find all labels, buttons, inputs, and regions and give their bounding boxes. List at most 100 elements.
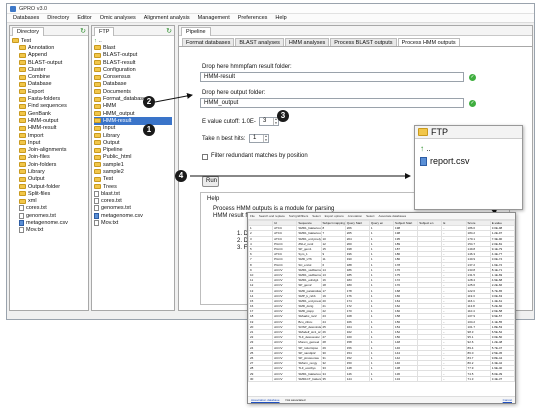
- directory-item[interactable]: Output-folder: [12, 183, 86, 190]
- pipeline-subtab[interactable]: Process BLAST outputs: [330, 38, 397, 46]
- ftp-item[interactable]: Pipeline: [94, 146, 172, 153]
- ftp-popup-up[interactable]: ↑ ..: [420, 144, 431, 153]
- ftp-item[interactable]: Library: [94, 132, 172, 139]
- evalue-spinner[interactable]: 3 ▲ ▼: [259, 117, 279, 126]
- directory-item[interactable]: Library: [12, 168, 86, 175]
- ftp-item[interactable]: Blast: [94, 44, 172, 51]
- directory-item[interactable]: HMM-result: [12, 125, 86, 132]
- directory-item[interactable]: GenBank: [12, 110, 86, 117]
- directory-item[interactable]: Output: [12, 176, 86, 183]
- ftp-item-label: ..: [98, 37, 102, 44]
- output-folder-field[interactable]: HMM_output: [200, 98, 464, 108]
- ftp-item[interactable]: Mov.txt: [94, 219, 172, 227]
- directory-item[interactable]: Find sequences: [12, 103, 86, 110]
- directory-item[interactable]: BLAST-output: [12, 59, 86, 66]
- result-toolbar-menu[interactable]: Select: [364, 214, 376, 218]
- directory-item[interactable]: Join-folders: [12, 161, 86, 168]
- cancel-link[interactable]: Cancel: [503, 398, 512, 402]
- ftp-item[interactable]: ↑..: [94, 37, 172, 44]
- menu-preferences[interactable]: Preferences: [234, 15, 272, 21]
- ftp-item[interactable]: cores.txt: [94, 198, 172, 205]
- directory-item[interactable]: Test: [12, 37, 86, 44]
- ftp-item[interactable]: genomes.txt: [94, 205, 172, 212]
- directory-item[interactable]: Annotation: [12, 44, 86, 51]
- menu-help[interactable]: Help: [271, 15, 290, 21]
- ftp-item[interactable]: Configuration: [94, 66, 172, 73]
- ftp-item[interactable]: sample1: [94, 161, 172, 168]
- ftp-item[interactable]: Consensus: [94, 73, 172, 80]
- ftp-item[interactable]: metagenome.csv: [94, 212, 172, 219]
- directory-item[interactable]: metagenome.csv: [12, 219, 86, 227]
- column-header[interactable]: Subject mapping: [320, 219, 346, 227]
- ftp-item-label: HMM_output: [103, 110, 135, 117]
- pipeline-subtab[interactable]: HMM analyses: [284, 38, 330, 46]
- file-icon: [94, 220, 99, 227]
- ftp-item[interactable]: HMM: [94, 103, 172, 110]
- ftp-item[interactable]: sample2: [94, 168, 172, 175]
- ftp-item[interactable]: BLAST-result: [94, 59, 172, 66]
- association-database-link[interactable]: Association database: [251, 398, 280, 402]
- directory-item[interactable]: Fasta-folders: [12, 95, 86, 102]
- result-toolbar-menu[interactable]: Associate databases: [376, 214, 408, 218]
- directory-item[interactable]: Input: [12, 139, 86, 146]
- directory-item[interactable]: Export: [12, 88, 86, 95]
- tab-pipeline[interactable]: Pipeline: [181, 26, 211, 36]
- menu-omic-analyses[interactable]: Omic analyses: [96, 15, 140, 21]
- result-toolbar-menu[interactable]: File: [248, 214, 257, 218]
- ftp-item[interactable]: Format_database: [94, 95, 172, 102]
- ftp-popup-tab[interactable]: FTP: [431, 127, 448, 137]
- ftp-item[interactable]: Trees: [94, 183, 172, 190]
- table-row[interactable]: 30ACCVSMD1CT_batteriosa351441134 -71.33.4…: [248, 375, 515, 382]
- directory-item[interactable]: Join-alignments: [12, 146, 86, 153]
- directory-item[interactable]: cores.txt: [12, 205, 86, 212]
- tab-directory[interactable]: Directory: [12, 26, 45, 36]
- menu-management[interactable]: Management: [194, 15, 234, 21]
- result-toolbar-menu[interactable]: Sort/grid/filters: [287, 214, 310, 218]
- directory-item[interactable]: xml: [12, 198, 86, 205]
- refresh-icon[interactable]: ↻: [80, 27, 86, 35]
- menu-alignment-analysis[interactable]: Alignment analysis: [140, 15, 194, 21]
- ftp-item-label: Library: [103, 132, 120, 139]
- directory-item[interactable]: Mov.txt: [12, 227, 86, 234]
- directory-item[interactable]: genomes.txt: [12, 212, 86, 219]
- directory-item[interactable]: Database: [12, 81, 86, 88]
- folder-icon: [19, 118, 26, 124]
- ftp-item[interactable]: Test: [94, 176, 172, 183]
- directory-item[interactable]: Cluster: [12, 66, 86, 73]
- ftp-item[interactable]: Output: [94, 139, 172, 146]
- tab-ftp[interactable]: FTP: [94, 26, 115, 36]
- run-button[interactable]: Run: [202, 176, 219, 187]
- directory-item[interactable]: Join-files: [12, 154, 86, 161]
- ftp-item[interactable]: blast.txt: [94, 190, 172, 197]
- spinner-arrows-icon[interactable]: ▲ ▼: [263, 134, 268, 142]
- directory-item[interactable]: Combine: [12, 73, 86, 80]
- folder-icon: [19, 184, 26, 190]
- menu-directory[interactable]: Directory: [43, 15, 73, 21]
- file-icon: [94, 198, 99, 205]
- directory-item[interactable]: Split-files: [12, 190, 86, 197]
- filter-checkbox[interactable]: [202, 154, 208, 160]
- ftp-item[interactable]: Database: [94, 81, 172, 88]
- result-toolbar-menu[interactable]: Annotation: [346, 214, 364, 218]
- ftp-item[interactable]: BLAST-output: [94, 52, 172, 59]
- ftp-item[interactable]: Input: [94, 125, 172, 132]
- result-toolbar-menu[interactable]: Select: [310, 214, 322, 218]
- pipeline-subtab[interactable]: Format databases: [182, 38, 235, 46]
- ftp-popup-file[interactable]: report.csv: [420, 156, 470, 166]
- directory-item[interactable]: HMM-output: [12, 117, 86, 124]
- menu-databases[interactable]: Databases: [9, 15, 43, 21]
- result-toolbar-menu[interactable]: Search and replace: [257, 214, 287, 218]
- ftp-item[interactable]: Public_html: [94, 154, 172, 161]
- ftp-item[interactable]: HMM-result: [94, 117, 172, 125]
- best-hits-spinner[interactable]: 1 ▲ ▼: [249, 134, 269, 143]
- pipeline-subtab[interactable]: Process HMM outputs: [397, 38, 460, 46]
- directory-item[interactable]: Import: [12, 132, 86, 139]
- directory-item[interactable]: Append: [12, 52, 86, 59]
- pipeline-subtab[interactable]: BLAST analyses: [235, 38, 284, 46]
- refresh-icon[interactable]: ↻: [166, 27, 172, 35]
- result-toolbar-menu[interactable]: Export options: [323, 214, 346, 218]
- ftp-item[interactable]: HMM_output: [94, 110, 172, 117]
- result-folder-field[interactable]: HMM-result: [200, 72, 464, 82]
- ftp-item[interactable]: Documents: [94, 88, 172, 95]
- menu-editor[interactable]: Editor: [73, 15, 95, 21]
